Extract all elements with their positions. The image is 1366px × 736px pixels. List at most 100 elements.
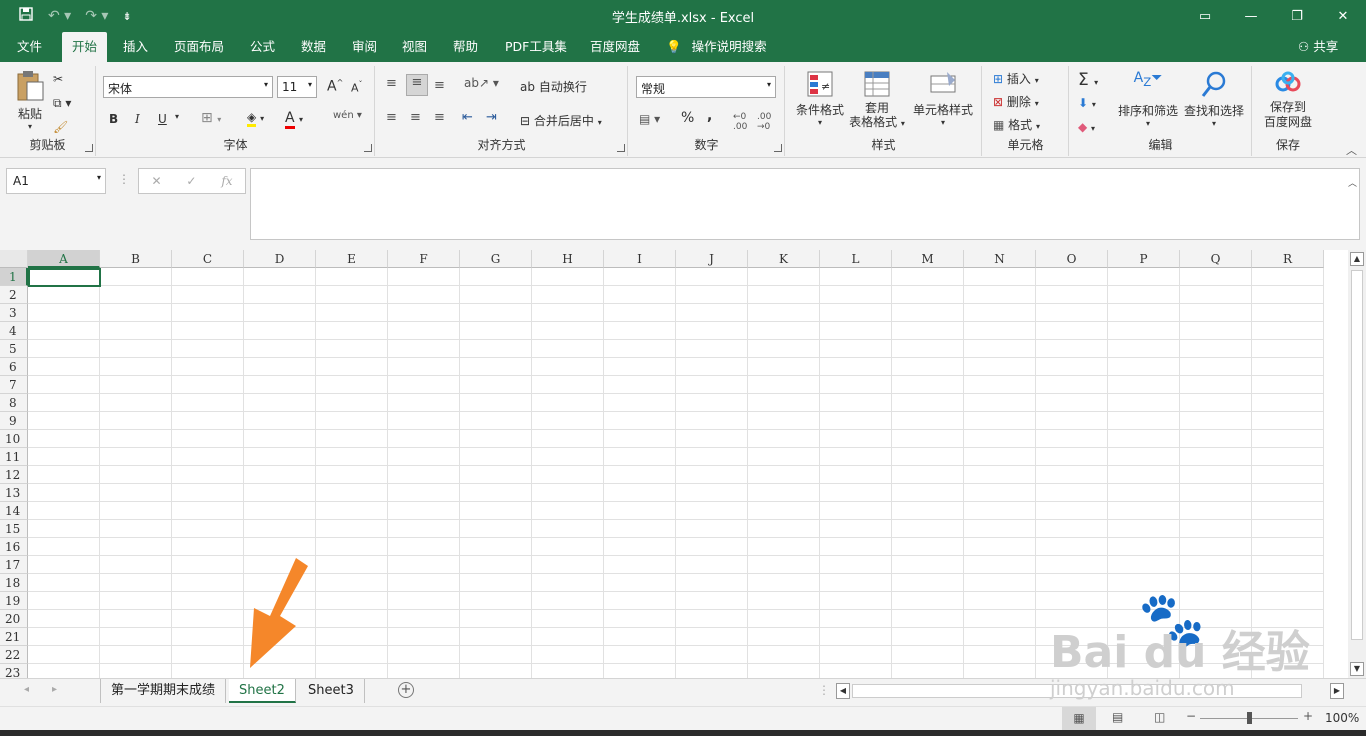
phonetic-icon[interactable]: wén ▾ <box>333 110 362 121</box>
align-left-icon[interactable]: ≡ <box>386 110 397 125</box>
column-header[interactable]: C <box>172 250 244 268</box>
column-header[interactable]: D <box>244 250 316 268</box>
grow-font-button[interactable]: A^ <box>327 78 343 95</box>
row-header[interactable]: 6 <box>0 358 28 376</box>
cancel-icon[interactable]: ✕ <box>151 174 161 188</box>
dialog-launcher-icon[interactable] <box>617 144 625 152</box>
scroll-down-icon[interactable]: ▼ <box>1350 662 1364 676</box>
autosum-icon[interactable]: Σ ▾ <box>1078 70 1098 90</box>
minimize-icon[interactable]: — <box>1228 0 1274 32</box>
sheet-tab-active[interactable]: Sheet2 <box>229 679 296 703</box>
tab-home[interactable]: 开始 <box>62 32 108 64</box>
column-header[interactable]: N <box>964 250 1036 268</box>
ribbon-display-icon[interactable]: ▭ <box>1182 0 1228 32</box>
vertical-scrollbar[interactable]: ▲ ▼ <box>1348 250 1366 678</box>
column-header[interactable]: A <box>28 250 100 268</box>
column-header[interactable]: G <box>460 250 532 268</box>
tab-baidu-netdisk[interactable]: 百度网盘 <box>590 32 640 62</box>
column-header[interactable]: R <box>1252 250 1324 268</box>
row-header[interactable]: 15 <box>0 520 28 538</box>
column-header[interactable]: J <box>676 250 748 268</box>
close-icon[interactable]: ✕ <box>1320 0 1366 32</box>
row-header[interactable]: 4 <box>0 322 28 340</box>
font-name-dropdown[interactable]: 宋体 ▾ <box>103 76 273 98</box>
increase-decimal-icon[interactable]: ←0.00 <box>733 112 747 132</box>
dialog-launcher-icon[interactable] <box>364 144 372 152</box>
merge-center-button[interactable]: ⊟ 合并后居中 ▾ <box>520 112 602 129</box>
collapse-ribbon-icon[interactable]: ︿ <box>1346 142 1357 158</box>
zoom-level[interactable]: 100% <box>1325 711 1359 725</box>
row-header[interactable]: 16 <box>0 538 28 556</box>
accounting-format-icon[interactable]: ▤ ▾ <box>639 112 660 126</box>
copy-icon[interactable]: ⧉ ▾ <box>53 96 71 111</box>
page-layout-view-icon[interactable]: ▤ <box>1112 710 1123 724</box>
decrease-decimal-icon[interactable]: .00 →0 <box>757 112 771 132</box>
tab-review[interactable]: 审阅 <box>352 32 377 62</box>
decrease-indent-icon[interactable]: ⇤ <box>462 110 473 125</box>
row-header[interactable]: 14 <box>0 502 28 520</box>
row-header[interactable]: 5 <box>0 340 28 358</box>
font-color-icon[interactable]: A ▾ <box>285 110 303 129</box>
scroll-up-icon[interactable]: ▲ <box>1350 252 1364 266</box>
row-header[interactable]: 13 <box>0 484 28 502</box>
column-header[interactable]: O <box>1036 250 1108 268</box>
sheet-tab[interactable]: 第一学期期末成绩 <box>100 679 227 703</box>
borders-icon[interactable]: ⊞ ▾ <box>201 110 221 126</box>
column-header[interactable]: L <box>820 250 892 268</box>
column-header[interactable]: K <box>748 250 820 268</box>
row-header[interactable]: 8 <box>0 394 28 412</box>
orientation-icon[interactable]: ab↗ ▾ <box>464 76 499 90</box>
tab-data[interactable]: 数据 <box>301 32 326 62</box>
restore-icon[interactable]: ❐ <box>1274 0 1320 32</box>
insert-cells-button[interactable]: ⊞ 插入 ▾ <box>993 70 1039 87</box>
vertical-scroll-thumb[interactable] <box>1351 270 1363 640</box>
column-header[interactable]: P <box>1108 250 1180 268</box>
tab-split-grip-icon[interactable]: ⋮ <box>818 683 830 697</box>
insert-function-button[interactable]: fx <box>221 174 232 188</box>
align-right-icon[interactable]: ≡ <box>434 110 445 125</box>
column-header[interactable]: Q <box>1180 250 1252 268</box>
row-header[interactable]: 17 <box>0 556 28 574</box>
row-header[interactable]: 10 <box>0 430 28 448</box>
find-select-button[interactable]: 查找和选择 ▾ <box>1182 70 1246 128</box>
chevron-down-icon[interactable]: ▾ <box>175 112 179 121</box>
enter-icon[interactable]: ✓ <box>186 174 196 188</box>
bold-button[interactable]: B <box>109 112 118 126</box>
row-header[interactable]: 23 <box>0 664 28 678</box>
format-painter-icon[interactable]: 🖌 <box>53 120 68 134</box>
tab-file[interactable]: 文件 <box>17 32 42 62</box>
row-header[interactable]: 12 <box>0 466 28 484</box>
normal-view-icon[interactable]: ▦ <box>1062 707 1096 730</box>
increase-indent-icon[interactable]: ⇥ <box>486 110 497 125</box>
name-box[interactable]: A1 ▾ <box>6 168 106 194</box>
row-header[interactable]: 19 <box>0 592 28 610</box>
row-header[interactable]: 18 <box>0 574 28 592</box>
sort-filter-button[interactable]: AZ⏷ 排序和筛选 ▾ <box>1116 70 1180 128</box>
new-sheet-icon[interactable]: + <box>398 682 414 698</box>
italic-button[interactable]: I <box>135 112 140 126</box>
select-all-corner[interactable] <box>0 250 28 268</box>
row-header[interactable]: 9 <box>0 412 28 430</box>
tab-insert[interactable]: 插入 <box>123 32 148 62</box>
tab-pdf-tools[interactable]: PDF工具集 <box>505 32 567 62</box>
dialog-launcher-icon[interactable] <box>774 144 782 152</box>
collapse-formula-bar-icon[interactable]: ︿ <box>1348 176 1357 189</box>
column-header[interactable]: I <box>604 250 676 268</box>
paste-button[interactable]: 粘贴 ▾ <box>12 70 48 131</box>
column-header[interactable]: F <box>388 250 460 268</box>
fill-icon[interactable]: ⬇ ▾ <box>1078 96 1096 110</box>
dialog-launcher-icon[interactable] <box>85 144 93 152</box>
scroll-left-icon[interactable]: ◀ <box>836 683 850 699</box>
column-header[interactable]: M <box>892 250 964 268</box>
row-header[interactable]: 1 <box>0 268 28 286</box>
conditional-formatting-button[interactable]: ≠ 条件格式 ▾ <box>792 70 848 127</box>
cell-styles-button[interactable]: 单元格样式 ▾ <box>910 70 976 127</box>
align-center-icon[interactable]: ≡ <box>410 110 421 125</box>
column-header[interactable]: E <box>316 250 388 268</box>
fill-color-icon[interactable]: ◈ ▾ <box>247 110 264 127</box>
formula-input[interactable] <box>250 168 1360 240</box>
row-header[interactable]: 20 <box>0 610 28 628</box>
format-as-table-button[interactable]: 套用 表格格式 ▾ <box>848 70 906 131</box>
cut-icon[interactable]: ✂ <box>53 72 63 86</box>
page-break-view-icon[interactable]: ◫ <box>1154 710 1165 724</box>
